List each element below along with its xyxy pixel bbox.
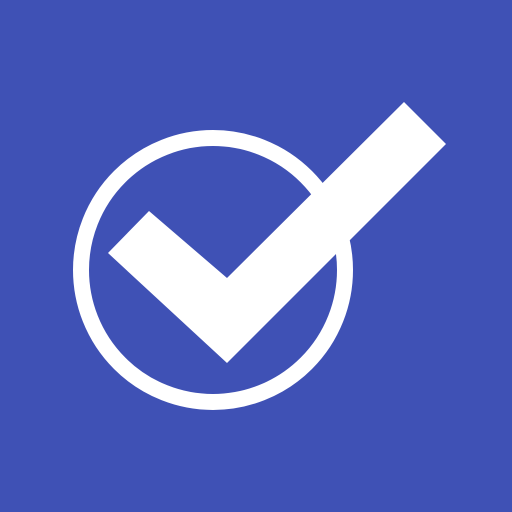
- app-icon: [0, 0, 512, 512]
- checkmark-in-circle-icon: [73, 102, 446, 410]
